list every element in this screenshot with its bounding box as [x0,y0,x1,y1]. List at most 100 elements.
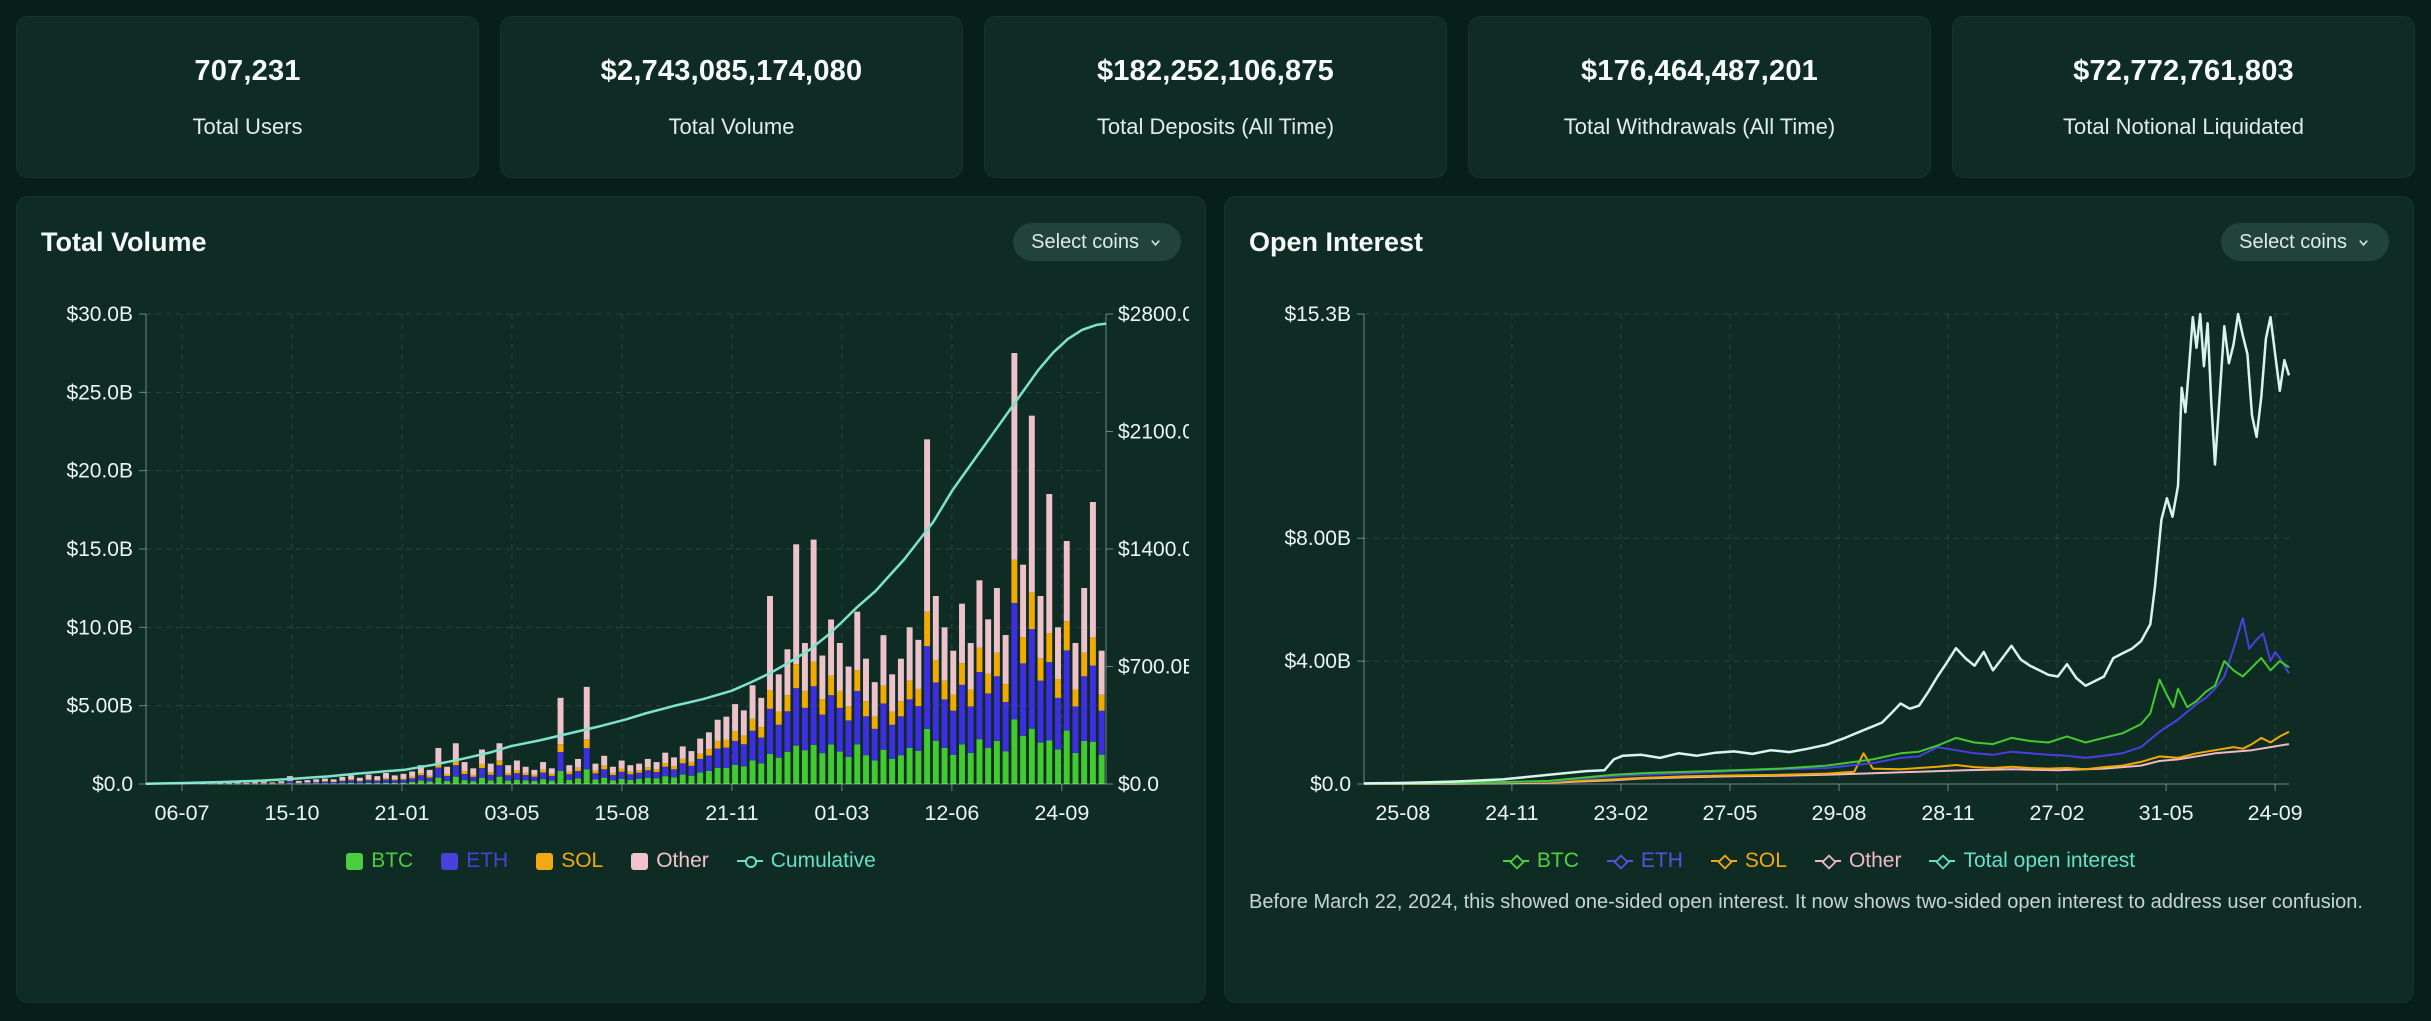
svg-text:15-08: 15-08 [594,801,649,825]
svg-text:15-10: 15-10 [264,801,319,825]
svg-text:24-11: 24-11 [1485,801,1538,825]
svg-text:27-02: 27-02 [2030,801,2085,825]
svg-text:$5.00B: $5.00B [66,695,133,718]
oi-legend-label: BTC [1536,849,1579,872]
svg-text:24-09: 24-09 [2248,801,2303,825]
stat-value: 707,231 [194,54,301,87]
svg-text:$25.0B: $25.0B [66,381,133,404]
svg-text:$15.0B: $15.0B [66,538,133,561]
volume-legend-marker [631,852,649,870]
volume-legend-marker [736,856,763,868]
oi-legend-item-eth[interactable]: ETH [1606,849,1683,873]
stat-value: $72,772,761,803 [2073,54,2294,87]
total-volume-chart-svg: $0.0 $5.00B $10.0B $15.0B $20.0B $25.0B $30.0B… [66,303,1189,825]
svg-text:06-07: 06-07 [155,801,210,825]
stat-card-total-volume: $2,743,085,174,080 Total Volume [500,16,963,178]
svg-text:24-09: 24-09 [1034,801,1089,825]
svg-text:$8.00B: $8.00B [1284,527,1351,550]
stat-card-total-users: 707,231 Total Users [16,16,479,178]
oi-legend-marker [1502,854,1529,870]
svg-text:03-05: 03-05 [484,801,539,825]
chevron-down-icon [1151,239,1160,246]
oi-legend-item-total-open-interest[interactable]: Total open interest [1929,849,2135,873]
stat-card-total-liquidated: $72,772,761,803 Total Notional Liquidate… [1952,16,2415,178]
oi-legend-marker [1710,854,1737,870]
oi-legend-label: SOL [1744,849,1787,872]
oi-legend-marker [1606,854,1633,870]
oi-legend-marker [1814,854,1841,870]
volume-legend-item-cumulative[interactable]: Cumulative [736,849,876,873]
total-volume-header: Total Volume Select coins [41,219,1205,265]
select-coins-label: Select coins [2239,230,2347,253]
chevron-down-icon [2359,239,2368,246]
volume-legend-item-sol[interactable]: SOL [536,849,603,873]
select-coins-button[interactable]: Select coins [1013,223,1181,261]
panel-title: Total Volume [41,226,207,257]
open-interest-header: Open Interest Select coins [1249,219,2413,265]
svg-text:$0.0: $0.0 [1310,773,1351,796]
stat-value: $182,252,106,875 [1096,54,1335,87]
oi-legend-item-other[interactable]: Other [1814,849,1902,873]
stats-row: 707,231 Total Users $2,743,085,174,080 T… [16,16,2415,178]
volume-legend-label: SOL [561,849,604,872]
volume-legend-item-eth[interactable]: ETH [441,849,508,873]
oi-legend-item-btc[interactable]: BTC [1502,849,1579,873]
svg-text:27-05: 27-05 [1702,801,1757,825]
svg-text:$15.3B: $15.3B [1284,303,1351,326]
open-interest-panel: Open Interest Select coins $0.0 $4.00B $8.… [1224,196,2414,1003]
open-interest-note: Before March 22, 2024, this showed one-s… [1249,891,2363,913]
svg-text:29-08: 29-08 [1811,801,1866,825]
stat-label: Total Notional Liquidated [2063,113,2304,139]
stat-label: Total Withdrawals (All Time) [1563,113,1836,139]
svg-text:$0.0: $0.0 [1118,773,1159,796]
open-interest-legend: BTC ETH SOL Other Total open interest [1249,845,2413,877]
volume-legend-label: Other [656,849,709,872]
charts-row: Total Volume Select coins $0.0 $5.00B $10.… [16,196,2415,1003]
open-interest-chart-svg: $0.0 $4.00B $8.00B $15.3B 25-08 24-11 23-02 27-… [1284,303,2303,825]
oi-legend-marker [1929,854,1956,870]
svg-text:$1400.0B: $1400.0B [1118,538,1189,561]
svg-text:$2100.0B: $2100.0B [1118,421,1189,444]
volume-legend-marker [441,852,459,870]
stat-value: $2,743,085,174,080 [600,54,863,87]
volume-legend-label: ETH [466,849,509,872]
oi-legend-label: Other [1848,849,1902,872]
svg-text:21-01: 21-01 [374,801,429,825]
svg-text:23-02: 23-02 [1593,801,1648,825]
svg-text:25-08: 25-08 [1375,801,1430,825]
open-interest-chart[interactable]: $0.0 $4.00B $8.00B $15.3B 25-08 24-11 23-02 27-… [1249,265,2397,837]
volume-legend-label: BTC [371,849,414,872]
svg-text:$2800.0B: $2800.0B [1118,303,1189,326]
select-coins-label: Select coins [1031,230,1139,253]
svg-text:28-11: 28-11 [1921,801,1974,825]
svg-text:12-06: 12-06 [924,801,979,825]
stat-card-total-withdrawals: $176,464,487,201 Total Withdrawals (All … [1468,16,1931,178]
stat-label: Total Users [192,113,303,139]
oi-legend-item-sol[interactable]: SOL [1710,849,1787,873]
oi-legend-label: ETH [1640,849,1683,872]
svg-text:$20.0B: $20.0B [66,460,133,483]
volume-legend-marker [536,852,554,870]
total-volume-chart[interactable]: $0.0 $5.00B $10.0B $15.0B $20.0B $25.0B $30.0B… [41,265,1189,837]
svg-text:21-11: 21-11 [705,801,758,825]
panel-title: Open Interest [1249,226,1424,257]
total-volume-panel: Total Volume Select coins $0.0 $5.00B $10.… [16,196,1206,1003]
volume-legend-item-other[interactable]: Other [631,849,709,873]
total-volume-legend: BTC ETH SOL Other Cumulative [41,845,1205,877]
stat-card-total-deposits: $182,252,106,875 Total Deposits (All Tim… [984,16,1447,178]
volume-legend-marker [346,852,364,870]
svg-text:01-03: 01-03 [814,801,869,825]
svg-text:31-05: 31-05 [2139,801,2194,825]
volume-legend-item-btc[interactable]: BTC [346,849,413,873]
svg-text:$0.0: $0.0 [92,773,133,796]
volume-legend-label: Cumulative [770,849,876,872]
svg-text:$700.0B: $700.0B [1118,656,1189,679]
stat-label: Total Volume [668,113,795,139]
stats-dashboard: 707,231 Total Users $2,743,085,174,080 T… [0,0,2431,1021]
svg-text:$10.0B: $10.0B [66,616,133,639]
stat-value: $176,464,487,201 [1580,54,1819,87]
select-coins-button[interactable]: Select coins [2221,223,2389,261]
svg-text:$30.0B: $30.0B [66,303,133,326]
svg-text:$4.00B: $4.00B [1284,650,1351,673]
stat-label: Total Deposits (All Time) [1096,113,1335,139]
